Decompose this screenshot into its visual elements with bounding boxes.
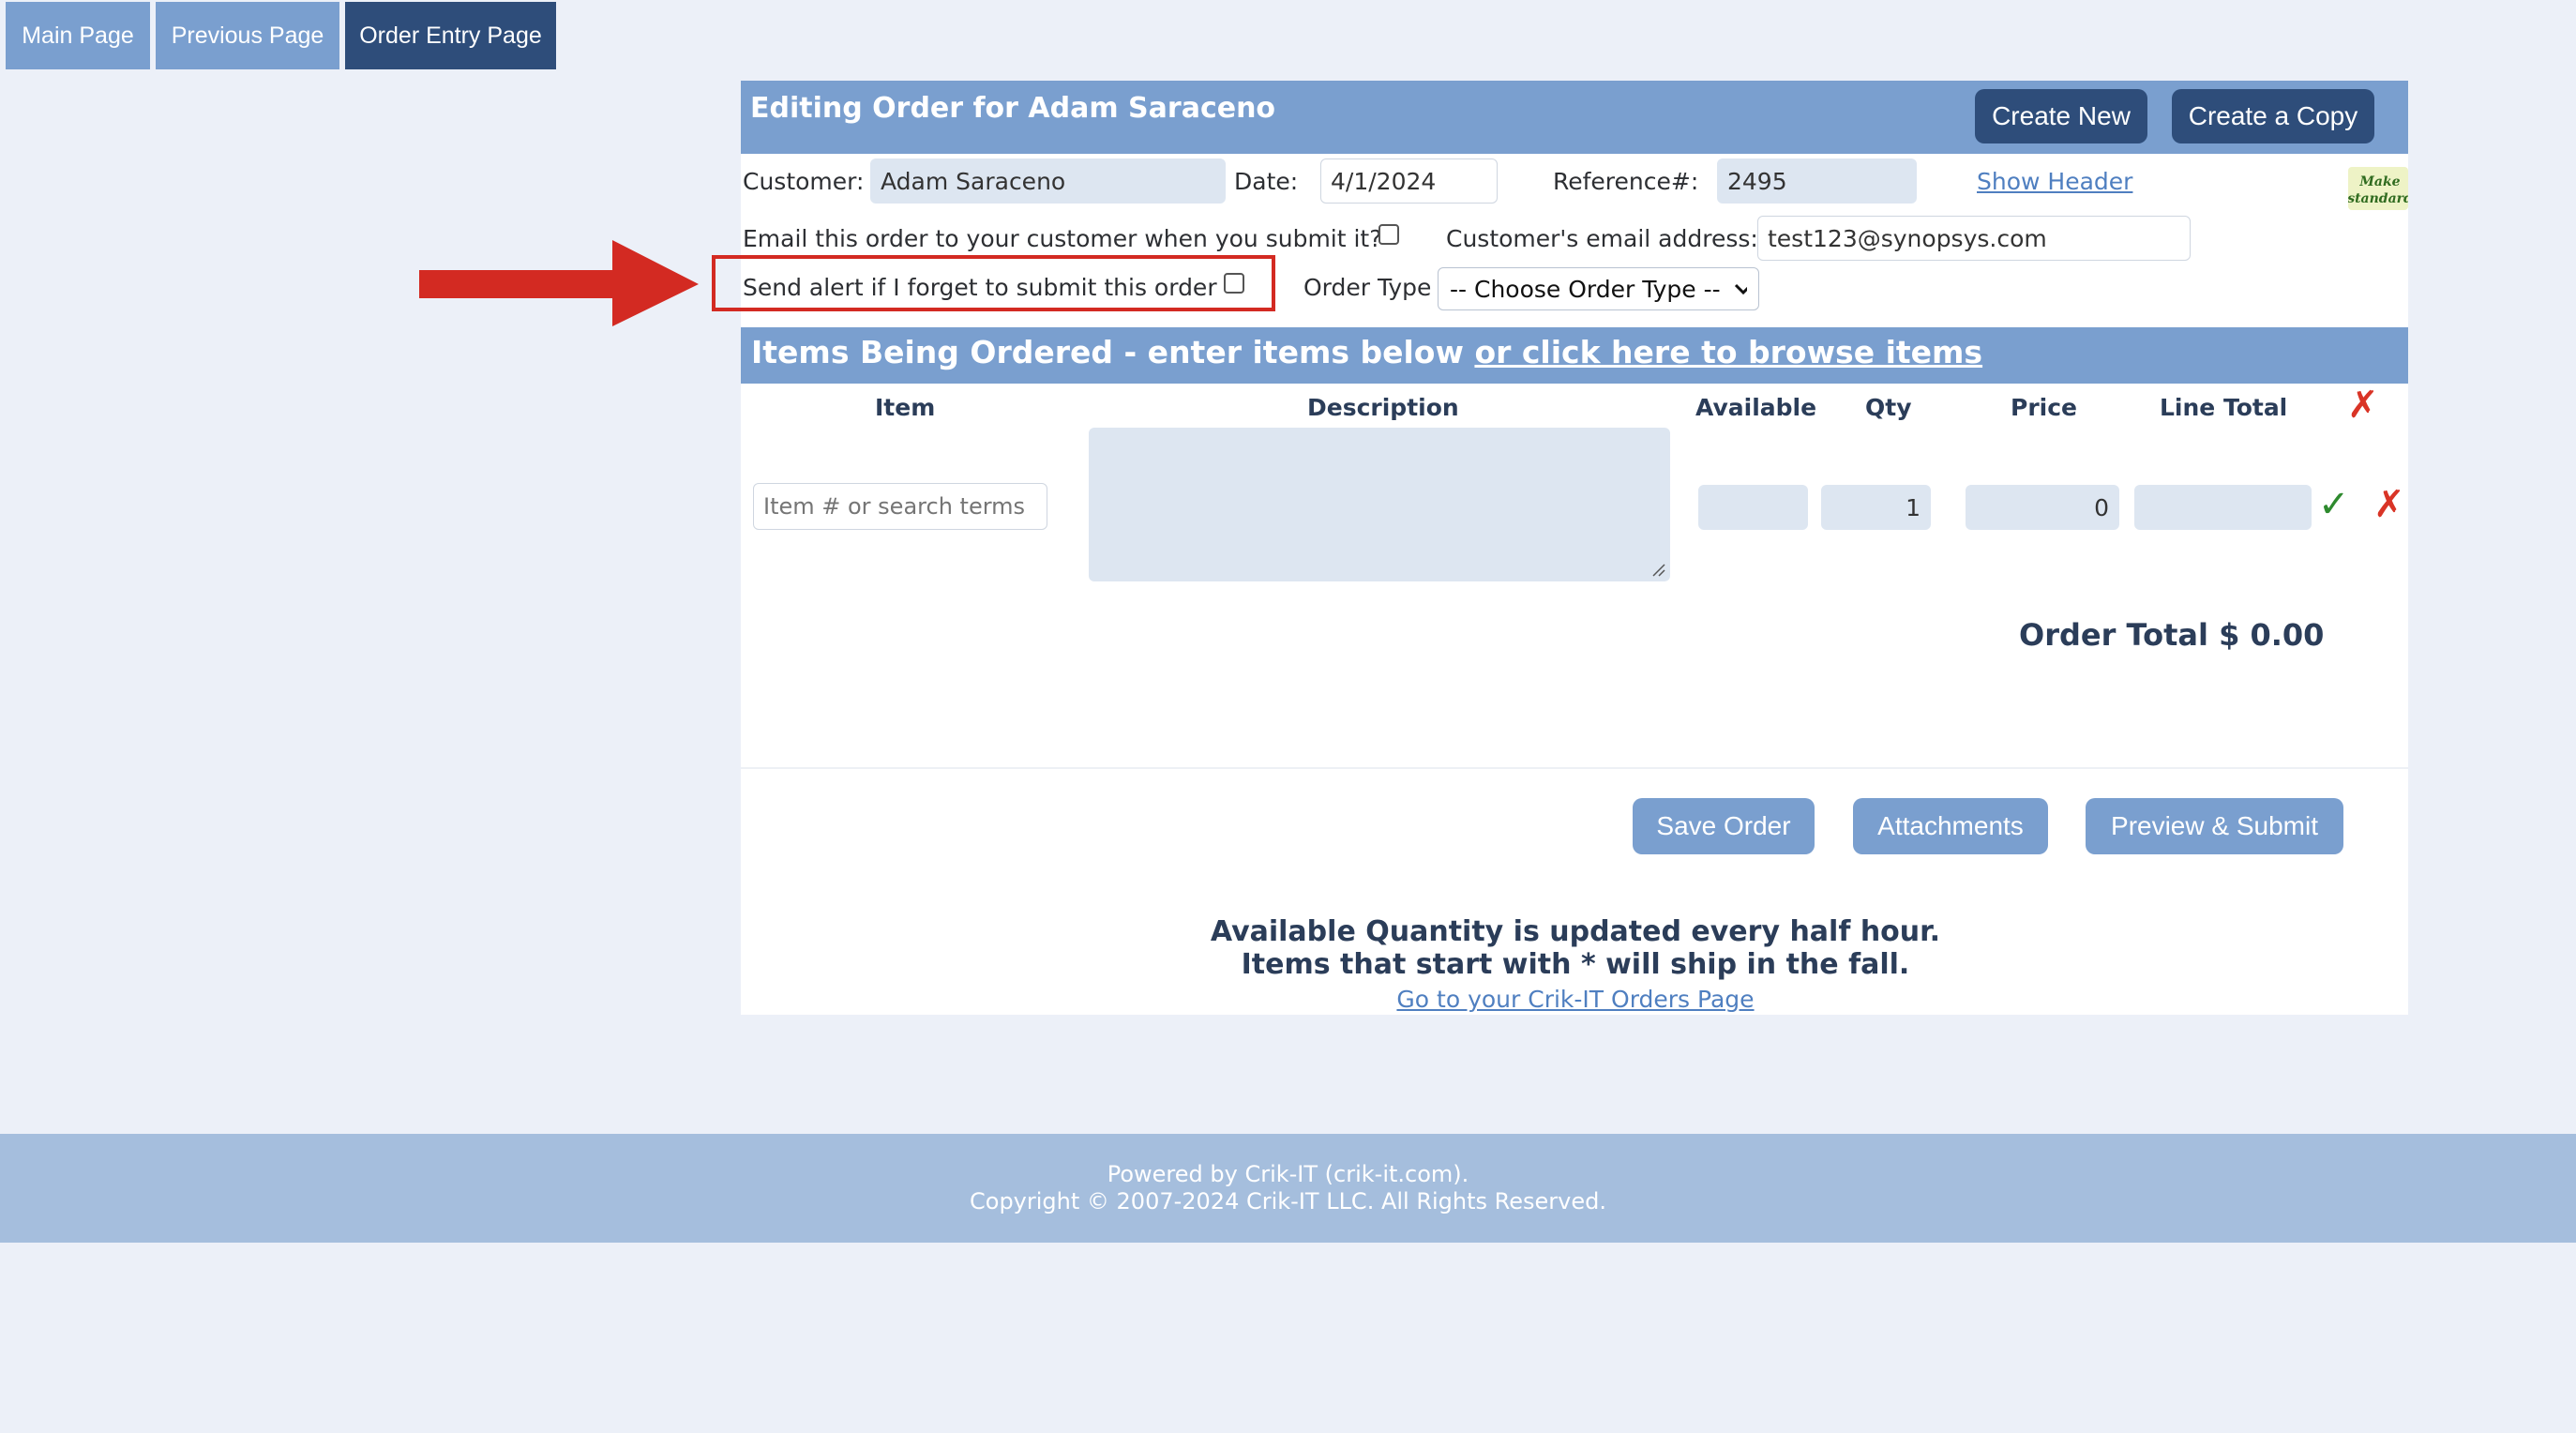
- email-order-checkbox[interactable]: [1378, 224, 1399, 245]
- orders-page-link[interactable]: Go to your Crik-IT Orders Page: [1107, 986, 2044, 1013]
- svg-text:Make: Make: [2358, 174, 2400, 189]
- col-header-price: Price: [2011, 394, 2077, 421]
- reference-field[interactable]: 2495: [1717, 158, 1917, 204]
- make-standard-icon[interactable]: Make standard: [2348, 167, 2408, 210]
- section-divider: [741, 767, 2408, 769]
- item-search-input[interactable]: [753, 483, 1047, 530]
- col-header-line-total: Line Total: [2160, 394, 2288, 421]
- tab-main-page[interactable]: Main Page: [6, 2, 150, 69]
- availability-note: Available Quantity is updated every half…: [1210, 915, 1941, 948]
- footer-powered-by: Powered by Crik-IT (crik-it.com).: [1107, 1161, 1469, 1187]
- date-label: Date:: [1234, 168, 1299, 195]
- send-alert-checkbox[interactable]: [1224, 273, 1244, 294]
- customer-label: Customer:: [743, 168, 865, 195]
- items-header-text: Items Being Ordered - enter items below: [751, 334, 1464, 370]
- confirm-row-icon[interactable]: ✓: [2318, 486, 2350, 523]
- description-textarea[interactable]: [1089, 428, 1670, 581]
- date-field[interactable]: 4/1/2024: [1320, 158, 1498, 204]
- available-field: [1698, 485, 1808, 530]
- attachments-button[interactable]: Attachments: [1853, 798, 2048, 854]
- col-header-item: Item: [875, 394, 936, 421]
- delete-all-icon[interactable]: ✗: [2347, 386, 2379, 424]
- tab-previous-page[interactable]: Previous Page: [156, 2, 339, 69]
- page-title: Editing Order for Adam Saraceno: [750, 92, 1276, 125]
- customer-email-label: Customer's email address:: [1446, 225, 1758, 252]
- resize-handle-icon[interactable]: [1651, 563, 1666, 578]
- qty-field[interactable]: 1: [1821, 485, 1931, 530]
- col-header-description: Description: [1307, 394, 1459, 421]
- svg-text:standard: standard: [2348, 191, 2408, 206]
- order-type-value: -- Choose Order Type --: [1450, 275, 1721, 303]
- chevron-down-icon: [1734, 283, 1747, 295]
- reference-label: Reference#:: [1553, 168, 1699, 195]
- items-header-title: Items Being Ordered - enter items below …: [751, 334, 1982, 370]
- show-header-link[interactable]: Show Header: [1977, 168, 2132, 195]
- create-copy-button[interactable]: Create a Copy: [2172, 89, 2374, 143]
- email-order-label: Email this order to your customer when y…: [743, 225, 1382, 252]
- delete-row-icon[interactable]: ✗: [2373, 486, 2405, 523]
- create-new-button[interactable]: Create New: [1975, 89, 2147, 143]
- footer-copyright: Copyright © 2007-2024 Crik-IT LLC. All R…: [970, 1188, 1606, 1214]
- red-arrow-icon: [419, 240, 699, 326]
- order-type-select[interactable]: -- Choose Order Type --: [1438, 267, 1759, 310]
- customer-field[interactable]: Adam Saraceno: [870, 158, 1226, 204]
- col-header-available: Available: [1695, 394, 1817, 421]
- send-alert-label: Send alert if I forget to submit this or…: [743, 274, 1217, 301]
- order-total: Order Total $ 0.00: [2019, 617, 2325, 653]
- line-total-field: [2134, 485, 2312, 530]
- shipping-note: Items that start with * will ship in the…: [1241, 948, 1910, 981]
- col-header-qty: Qty: [1865, 394, 1912, 421]
- order-type-label: Order Type: [1303, 274, 1432, 301]
- browse-items-link[interactable]: or click here to browse items: [1474, 334, 1982, 370]
- preview-submit-button[interactable]: Preview & Submit: [2086, 798, 2343, 854]
- price-field[interactable]: 0: [1966, 485, 2119, 530]
- tab-order-entry-page[interactable]: Order Entry Page: [345, 2, 556, 69]
- customer-email-field[interactable]: test123@synopsys.com: [1757, 216, 2191, 261]
- save-order-button[interactable]: Save Order: [1633, 798, 1815, 854]
